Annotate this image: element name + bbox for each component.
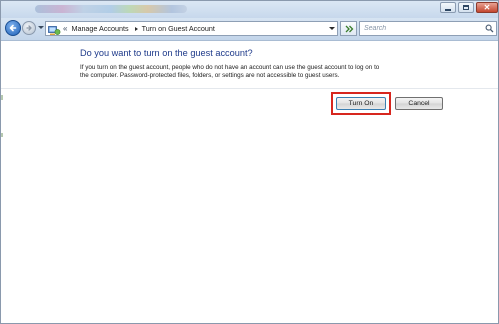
navigation-bar: « Manage Accounts Turn on Guest Account bbox=[1, 18, 498, 41]
back-button[interactable] bbox=[5, 20, 21, 36]
forward-button[interactable] bbox=[22, 21, 36, 35]
control-panel-icon bbox=[48, 23, 61, 35]
breadcrumb-overflow-icon[interactable]: « bbox=[63, 24, 67, 33]
maximize-icon bbox=[463, 5, 469, 10]
minimize-icon bbox=[445, 8, 451, 11]
refresh-button[interactable] bbox=[340, 21, 357, 36]
search-icon[interactable] bbox=[485, 24, 494, 33]
left-edge-artifact bbox=[1, 95, 3, 100]
control-panel-window: ✕ « Manage Accounts Turn on Guest Accoun… bbox=[0, 0, 499, 324]
address-bar[interactable]: « Manage Accounts Turn on Guest Account bbox=[45, 21, 338, 36]
title-bar[interactable]: ✕ bbox=[1, 1, 498, 18]
recent-pages-dropdown-icon[interactable] bbox=[38, 26, 44, 29]
address-history-dropdown-icon[interactable] bbox=[329, 27, 335, 30]
close-button[interactable]: ✕ bbox=[476, 2, 498, 13]
forward-arrow-icon bbox=[26, 25, 32, 31]
window-controls: ✕ bbox=[440, 2, 498, 13]
breadcrumb-turn-on-guest-account[interactable]: Turn on Guest Account bbox=[142, 24, 215, 33]
divider bbox=[1, 88, 498, 89]
description-line: If you turn on the guest account, people… bbox=[80, 64, 380, 71]
description-line: the computer. Password-protected files, … bbox=[80, 72, 340, 79]
close-icon: ✕ bbox=[483, 2, 491, 12]
turn-on-highlight-box bbox=[331, 92, 391, 115]
content-pane: Do you want to turn on the guest account… bbox=[1, 41, 498, 323]
left-edge-artifact bbox=[1, 133, 3, 137]
search-box[interactable] bbox=[359, 21, 497, 36]
maximize-button[interactable] bbox=[458, 2, 474, 13]
minimize-button[interactable] bbox=[440, 2, 456, 13]
breadcrumb-separator-icon[interactable] bbox=[134, 26, 138, 31]
cancel-button[interactable]: Cancel bbox=[395, 97, 443, 110]
guest-account-description: If you turn on the guest account, people… bbox=[80, 64, 470, 80]
refresh-icon bbox=[345, 25, 353, 32]
page-title: Do you want to turn on the guest account… bbox=[80, 48, 253, 58]
breadcrumb-manage-accounts[interactable]: Manage Accounts bbox=[71, 24, 128, 33]
search-input[interactable] bbox=[360, 22, 484, 35]
blurred-title-strip bbox=[35, 5, 187, 13]
back-arrow-icon bbox=[9, 24, 17, 32]
